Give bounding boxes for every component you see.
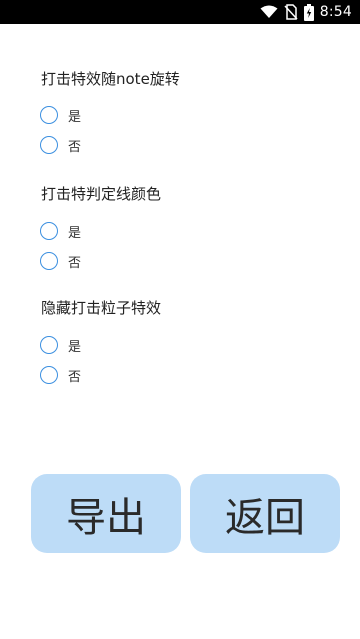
radio-label: 是 (68, 109, 82, 125)
status-time: 8:54 (319, 4, 352, 20)
radio-label: 否 (68, 139, 82, 155)
radio-label: 否 (68, 369, 82, 385)
wifi-icon (260, 5, 278, 19)
radio-button[interactable] (40, 252, 58, 270)
radio-button[interactable] (40, 106, 58, 124)
radio-option-color-no[interactable]: 否 (40, 250, 81, 272)
setting-title-judgeline-color: 打击特判定线颜色 (41, 185, 162, 203)
radio-option-color-yes[interactable]: 是 (40, 220, 81, 242)
radio-label: 是 (68, 339, 82, 355)
export-button[interactable]: 导出 (31, 474, 181, 553)
radio-label: 是 (68, 225, 82, 241)
back-button[interactable]: 返回 (190, 474, 340, 553)
no-sim-icon (284, 4, 298, 20)
radio-button[interactable] (40, 222, 58, 240)
setting-title-rotate-with-note: 打击特效随note旋转 (41, 70, 180, 88)
radio-button[interactable] (40, 336, 58, 354)
radio-option-rotate-yes[interactable]: 是 (40, 104, 81, 126)
status-bar: 8:54 (0, 0, 360, 24)
radio-label: 否 (68, 255, 82, 271)
battery-charging-icon (303, 3, 314, 21)
radio-button[interactable] (40, 366, 58, 384)
radio-option-particles-no[interactable]: 否 (40, 364, 81, 386)
setting-title-hide-particles: 隐藏打击粒子特效 (41, 299, 162, 317)
radio-option-particles-yes[interactable]: 是 (40, 334, 81, 356)
radio-option-rotate-no[interactable]: 否 (40, 134, 81, 156)
radio-button[interactable] (40, 136, 58, 154)
status-icons: 8:54 (260, 0, 352, 24)
